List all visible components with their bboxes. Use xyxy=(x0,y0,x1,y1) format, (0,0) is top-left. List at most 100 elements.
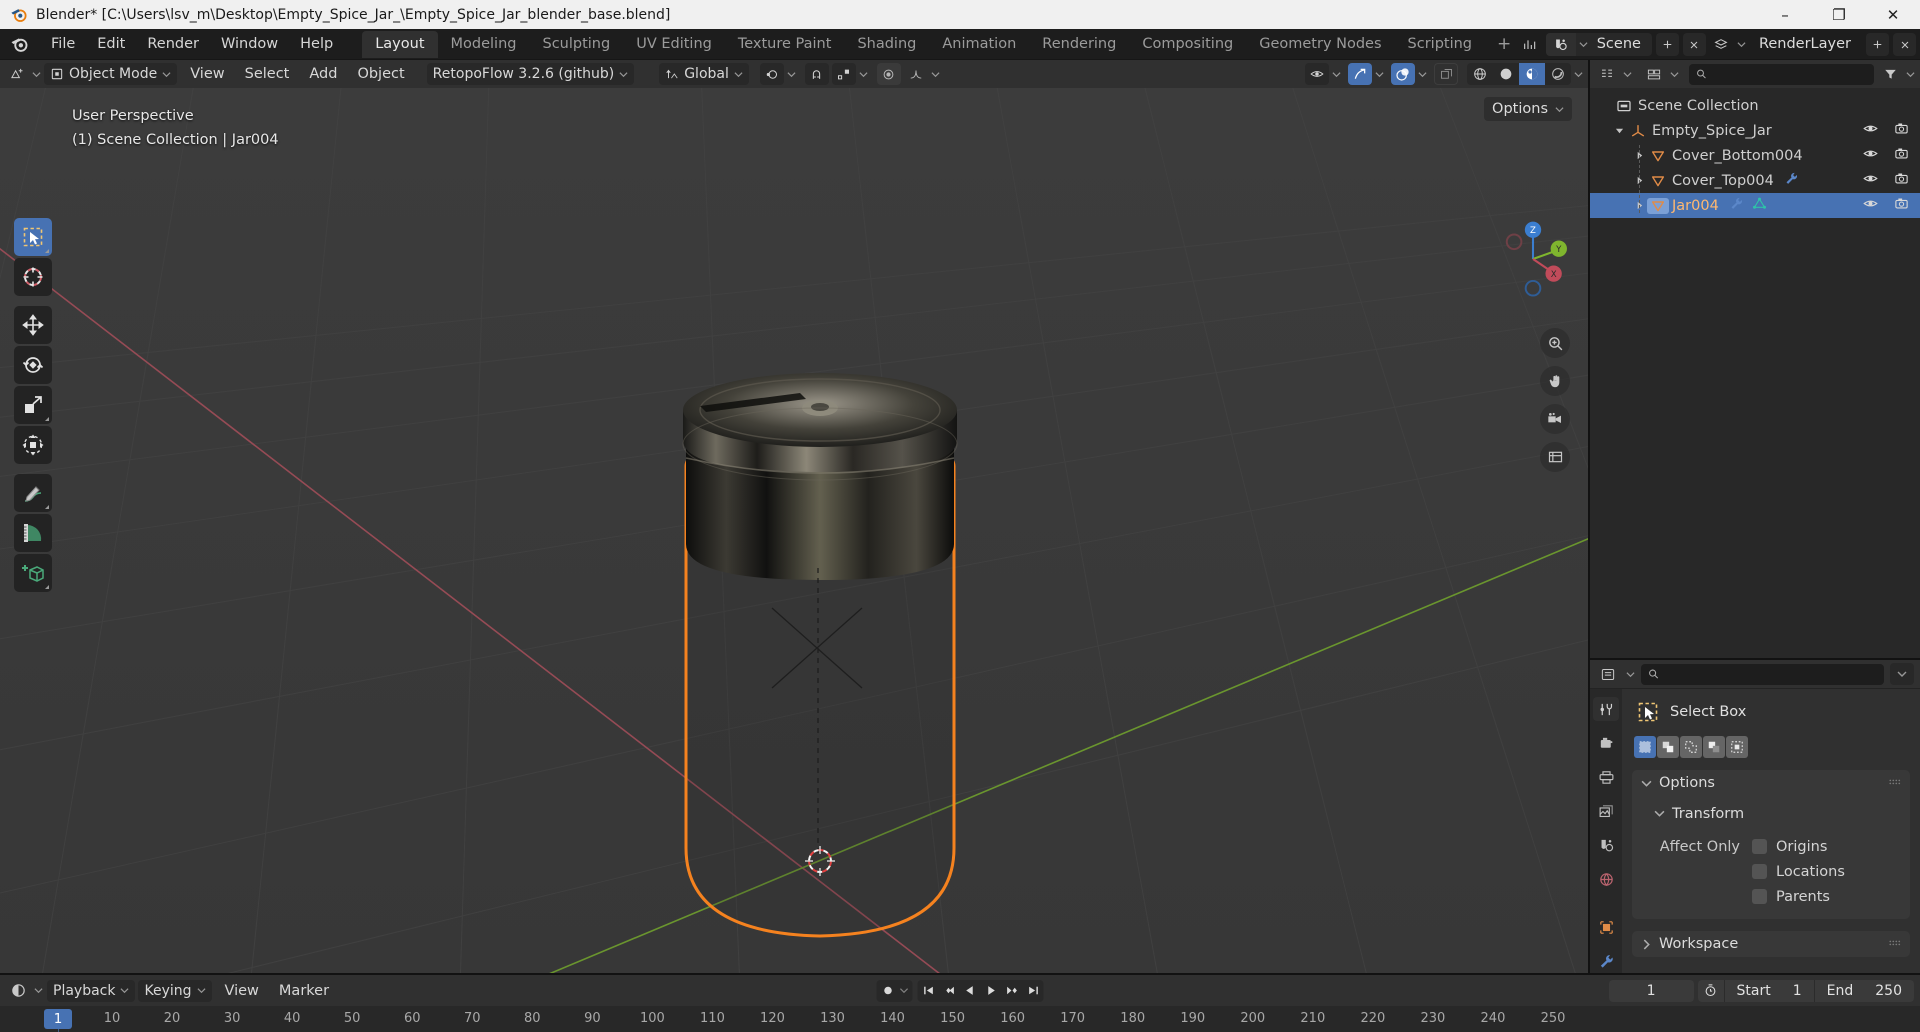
workspace-tab-shading[interactable]: Shading xyxy=(844,31,929,58)
properties-tab-world[interactable] xyxy=(1593,867,1619,891)
transform-orientation-selector[interactable]: Global xyxy=(659,63,749,85)
remove-view-layer-button[interactable] xyxy=(1893,33,1916,56)
view-layer-icon[interactable] xyxy=(1710,33,1733,56)
shading-solid-button[interactable] xyxy=(1493,63,1519,85)
xray-toggle-button[interactable] xyxy=(1434,63,1458,85)
minimize-button[interactable]: – xyxy=(1758,0,1812,29)
tool-cursor[interactable] xyxy=(14,258,52,296)
close-button[interactable]: ✕ xyxy=(1866,0,1920,29)
workspace-tab-modeling[interactable]: Modeling xyxy=(438,31,530,58)
select-mode-subtract[interactable] xyxy=(1680,736,1702,758)
show-overlays-button[interactable] xyxy=(1391,63,1415,85)
add-workspace-button[interactable]: + xyxy=(1485,34,1523,54)
use-preview-range-icon[interactable] xyxy=(1698,983,1724,998)
viewport-menu-object[interactable]: Object xyxy=(347,64,414,84)
tool-transform[interactable] xyxy=(14,426,52,464)
visibility-eye-icon[interactable] xyxy=(1862,196,1879,215)
retopoflow-menu[interactable]: RetopoFlow 3.2.6 (github) xyxy=(426,63,635,85)
visibility-eye-icon[interactable] xyxy=(1862,121,1879,140)
mesh-data-icon[interactable] xyxy=(1744,196,1767,215)
snap-chevron-icon[interactable] xyxy=(859,70,868,79)
properties-tab-output[interactable] xyxy=(1593,765,1619,789)
drag-grip-icon[interactable] xyxy=(1889,940,1901,948)
viewport-menu-select[interactable]: Select xyxy=(235,64,300,84)
viewport-menu-add[interactable]: Add xyxy=(299,64,347,84)
previous-keyframe-button[interactable] xyxy=(939,980,960,1002)
shading-rendered-button[interactable] xyxy=(1545,63,1571,85)
outliner-row-empty-spice-jar[interactable]: Empty_Spice_Jar xyxy=(1590,118,1920,143)
workspace-tab-layout[interactable]: Layout xyxy=(362,30,438,58)
falloff-curve-button[interactable] xyxy=(904,63,928,85)
timeline-editor-type-icon[interactable] xyxy=(6,980,30,1002)
start-frame-field[interactable]: Start 1 xyxy=(1723,979,1814,1002)
editor-type-icon[interactable] xyxy=(5,63,29,85)
show-gizmo-button[interactable] xyxy=(1348,63,1372,85)
tool-add-cube[interactable] xyxy=(14,554,52,592)
timeline-menu-view[interactable]: View xyxy=(215,980,269,1002)
render-camera-icon[interactable] xyxy=(1893,121,1910,140)
outliner-display-mode-icon[interactable] xyxy=(1642,63,1666,85)
menu-file[interactable]: File xyxy=(40,33,86,55)
timeline-menu-marker[interactable]: Marker xyxy=(269,980,339,1002)
delete-scene-button[interactable] xyxy=(1682,33,1706,56)
orthographic-toggle-gizmo-icon[interactable] xyxy=(1540,442,1570,472)
outliner-editor-type-icon[interactable] xyxy=(1595,63,1619,85)
overlays-chevron-icon[interactable] xyxy=(1418,70,1427,79)
object-mode-selector[interactable]: Object Mode xyxy=(44,63,178,85)
transform-subpanel-header[interactable]: Transform xyxy=(1632,801,1910,826)
modifier-wrench-icon[interactable] xyxy=(1719,196,1744,215)
visibility-chevron-icon[interactable] xyxy=(1332,70,1341,79)
camera-view-gizmo-icon[interactable] xyxy=(1540,404,1570,434)
workspace-tab-geometry-nodes[interactable]: Geometry Nodes xyxy=(1246,31,1394,58)
select-mode-intersect[interactable] xyxy=(1726,736,1748,758)
timeline-menu-playback[interactable]: Playback xyxy=(47,979,136,1002)
outliner-filter-chevron-icon[interactable] xyxy=(1906,70,1915,79)
play-reverse-button[interactable] xyxy=(960,980,981,1002)
viewport-menu-view[interactable]: View xyxy=(180,64,234,84)
properties-tab-render[interactable] xyxy=(1593,731,1619,755)
shading-mode-group[interactable] xyxy=(1467,63,1571,85)
tool-rotate[interactable] xyxy=(14,346,52,384)
new-scene-button[interactable] xyxy=(1655,33,1679,56)
modifier-wrench-icon[interactable] xyxy=(1774,171,1799,190)
select-mode-invert[interactable] xyxy=(1703,736,1725,758)
outliner-search-box[interactable] xyxy=(1689,63,1874,85)
snap-magnet-button[interactable] xyxy=(804,63,829,85)
expand-triangle-down-icon[interactable] xyxy=(1612,124,1627,138)
play-button[interactable] xyxy=(981,980,1002,1002)
select-mode-set[interactable] xyxy=(1634,736,1656,758)
shading-chevron-icon[interactable] xyxy=(1574,70,1583,79)
next-keyframe-button[interactable] xyxy=(1002,980,1023,1002)
navigation-axis-gizmo[interactable]: Z Y X xyxy=(1490,216,1576,302)
workspace-tab-texture-paint[interactable]: Texture Paint xyxy=(725,31,845,58)
outliner-type-chevron-icon[interactable] xyxy=(1623,70,1632,79)
workspace-tab-uv-editing[interactable]: UV Editing xyxy=(623,31,725,58)
tool-annotate[interactable] xyxy=(14,474,52,512)
editor-type-chevron-icon[interactable] xyxy=(32,70,41,79)
properties-editor-type-icon[interactable] xyxy=(1596,663,1620,685)
maximize-button[interactable]: ❐ xyxy=(1812,0,1866,29)
properties-search-box[interactable] xyxy=(1641,663,1884,685)
timeline-type-chevron-icon[interactable] xyxy=(34,986,43,995)
scene-statistics-icon[interactable] xyxy=(1519,33,1542,56)
shading-material-preview-button[interactable] xyxy=(1519,63,1545,85)
select-mode-extend[interactable] xyxy=(1657,736,1679,758)
timeline-ruler[interactable]: 1 10 20 30 40 50 60 70 80 90 100 110 120 130 140 150 160… xyxy=(0,1006,1920,1032)
properties-tab-modifier[interactable] xyxy=(1593,949,1619,973)
properties-tab-object[interactable] xyxy=(1593,915,1619,939)
render-camera-icon[interactable] xyxy=(1893,171,1910,190)
pan-hand-gizmo-icon[interactable] xyxy=(1540,366,1570,396)
outliner-row-scene-collection[interactable]: Scene Collection xyxy=(1590,93,1920,118)
outliner-filter-button[interactable] xyxy=(1878,63,1902,85)
viewport-options-button[interactable]: Options xyxy=(1484,97,1572,121)
properties-tab-tool[interactable] xyxy=(1593,697,1619,721)
menu-help[interactable]: Help xyxy=(289,33,344,55)
workspace-tab-sculpting[interactable]: Sculpting xyxy=(529,31,623,58)
workspace-tab-animation[interactable]: Animation xyxy=(929,31,1029,58)
properties-options-button[interactable] xyxy=(1890,663,1914,685)
properties-tab-view-layer[interactable] xyxy=(1593,799,1619,823)
zoom-gizmo-icon[interactable] xyxy=(1540,328,1570,358)
render-camera-icon[interactable] xyxy=(1893,196,1910,215)
properties-tab-scene[interactable] xyxy=(1593,833,1619,857)
tool-select-box[interactable] xyxy=(14,218,52,256)
